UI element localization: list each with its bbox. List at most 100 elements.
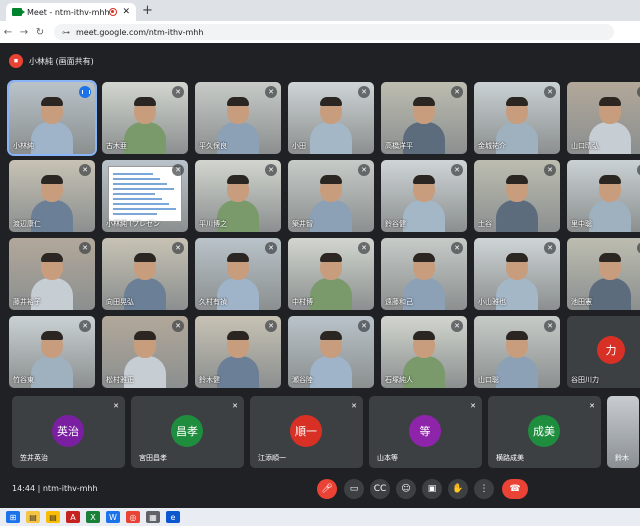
participant-name: 松村雅正: [106, 376, 134, 384]
participant-tile[interactable]: ✕ 小林純 (プレゼン: [102, 160, 188, 232]
chrome-icon[interactable]: ◎: [126, 511, 140, 523]
participant-tile[interactable]: ✕ 竹谷東: [9, 316, 95, 388]
participant-card[interactable]: 鈴木: [607, 396, 639, 468]
muted-mic-icon: ✕: [351, 402, 357, 410]
participant-tile[interactable]: ✕ 小山雅也: [474, 238, 560, 310]
participant-tile[interactable]: ✕ 向田晃弘: [102, 238, 188, 310]
app-icon[interactable]: ▦: [146, 511, 160, 523]
participant-tile[interactable]: ✕ 山口聡: [474, 316, 560, 388]
url-field[interactable]: ⊶ meet.google.com/ntm-ithv-mhh: [54, 24, 614, 40]
participant-name: 横路成美: [496, 454, 524, 462]
participant-card[interactable]: 順一 ✕ 江添順一: [250, 396, 363, 468]
participant-name: 小林純 (プレゼン: [106, 220, 160, 228]
present-icon[interactable]: ▣: [422, 479, 442, 499]
participant-figure: [589, 175, 631, 232]
participant-card[interactable]: 昌孝 ✕ 宮田昌孝: [131, 396, 244, 468]
participant-figure: [310, 175, 352, 232]
browser-tab-bar: Meet - ntm-ithv-mhh ✕ +: [0, 0, 640, 21]
participant-tile[interactable]: ✕ 鈴木健: [195, 316, 281, 388]
participant-tile[interactable]: ✕ 古木亜: [102, 82, 188, 154]
muted-mic-icon: ✕: [589, 402, 595, 410]
participant-name: 池田憲: [571, 298, 592, 306]
muted-mic-icon: ✕: [113, 402, 119, 410]
shared-screen-thumbnail: [108, 166, 182, 222]
participant-name: 高橋洋平: [385, 142, 413, 150]
file-explorer-icon[interactable]: ▤: [26, 511, 40, 523]
muted-mic-icon: ✕: [358, 86, 370, 98]
participant-figure: [496, 331, 538, 388]
participant-name: 平川博之: [199, 220, 227, 228]
participant-tile[interactable]: ✕ 小田: [288, 82, 374, 154]
participant-tile[interactable]: 小林純: [7, 80, 97, 156]
participant-tile[interactable]: ✕ 渡辺康仁: [9, 160, 95, 232]
participant-tile[interactable]: ✕ 遠藤和己: [381, 238, 467, 310]
muted-mic-icon: ✕: [358, 164, 370, 176]
more-icon[interactable]: ⋮: [474, 479, 494, 499]
participant-name: 江添順一: [258, 454, 286, 462]
participant-tile[interactable]: ✕ 高橋洋平: [381, 82, 467, 154]
participant-tile[interactable]: ✕ 金城祐介: [474, 82, 560, 154]
participant-tile[interactable]: ✕池田憲: [567, 238, 640, 310]
participant-avatar: 等: [409, 415, 441, 447]
meeting-code: ntm-ithv-mhh: [42, 484, 98, 493]
new-tab-button[interactable]: +: [142, 3, 153, 18]
muted-mic-icon: ✕: [544, 320, 556, 332]
close-tab-icon[interactable]: ✕: [122, 7, 130, 17]
muted-mic-icon: ✕: [358, 242, 370, 254]
participant-tile[interactable]: ✕ 松村雅正: [102, 316, 188, 388]
participant-tile[interactable]: ✕山口晴弘: [567, 82, 640, 154]
browser-tab[interactable]: Meet - ntm-ithv-mhh ✕: [6, 3, 136, 21]
back-icon[interactable]: ←: [0, 27, 16, 38]
muted-mic-icon: ✕: [544, 242, 556, 254]
reload-icon[interactable]: ↻: [32, 27, 48, 38]
participant-name: 石塚純人: [385, 376, 413, 384]
muted-mic-icon: ✕: [470, 402, 476, 410]
acrobat-icon[interactable]: A: [66, 511, 80, 523]
site-info-icon[interactable]: ⊶: [62, 28, 70, 37]
participant-name: 里中聡: [571, 220, 592, 228]
muted-mic-icon: ✕: [79, 320, 91, 332]
hand-icon[interactable]: ✋: [448, 479, 468, 499]
participant-tile[interactable]: ✕ 平久保良: [195, 82, 281, 154]
forward-icon[interactable]: →: [16, 27, 32, 38]
participant-tile[interactable]: ✕ 瀬谷陸: [288, 316, 374, 388]
word-icon[interactable]: W: [106, 511, 120, 523]
muted-mic-icon: ✕: [451, 242, 463, 254]
emoji-icon[interactable]: ☺: [396, 479, 416, 499]
participant-figure: [31, 331, 73, 388]
muted-mic-icon: ✕: [172, 320, 184, 332]
participant-tile[interactable]: ✕ 藤井裕子: [9, 238, 95, 310]
mic-off-icon[interactable]: 🎤︎: [317, 479, 337, 499]
participant-card[interactable]: 英治 ✕ 笠井英治: [12, 396, 125, 468]
participant-tile[interactable]: ✕ 鈴谷健: [381, 160, 467, 232]
participant-figure: [403, 175, 445, 232]
participant-tile[interactable]: ✕里中聡: [567, 160, 640, 232]
muted-mic-icon: ✕: [265, 86, 277, 98]
participant-tile[interactable]: ✕ 石塚純人: [381, 316, 467, 388]
participant-tile[interactable]: ✕ 中村博: [288, 238, 374, 310]
edge-icon[interactable]: e: [166, 511, 180, 523]
participant-name: 宮田昌孝: [139, 454, 167, 462]
participant-card[interactable]: 成美 ✕ 横路成美: [488, 396, 601, 468]
hangup-icon[interactable]: ☎: [502, 479, 528, 499]
speaking-indicator-icon: [79, 86, 91, 98]
camera-icon[interactable]: ▭: [344, 479, 364, 499]
participant-tile[interactable]: ✕ 平川博之: [195, 160, 281, 232]
participant-card[interactable]: 等 ✕ 山本等: [369, 396, 482, 468]
recording-icon: [109, 8, 118, 16]
captions-icon[interactable]: CC: [370, 479, 390, 499]
participant-tile[interactable]: ✕ 築井智: [288, 160, 374, 232]
participant-figure: [217, 331, 259, 388]
participant-tile[interactable]: ✕ 久村有禎: [195, 238, 281, 310]
participant-tile[interactable]: 力✕谷田川力: [567, 316, 640, 388]
participant-figure: [589, 253, 631, 310]
muted-mic-icon: ✕: [79, 164, 91, 176]
participant-avatar: 昌孝: [171, 415, 203, 447]
muted-mic-icon: ✕: [544, 164, 556, 176]
folder-icon[interactable]: ▤: [46, 511, 60, 523]
participant-tile[interactable]: ✕ 土谷: [474, 160, 560, 232]
participant-name: 久村有禎: [199, 298, 227, 306]
windows-start-icon[interactable]: ⊞: [6, 511, 20, 523]
muted-mic-icon: ✕: [451, 86, 463, 98]
excel-icon[interactable]: X: [86, 511, 100, 523]
